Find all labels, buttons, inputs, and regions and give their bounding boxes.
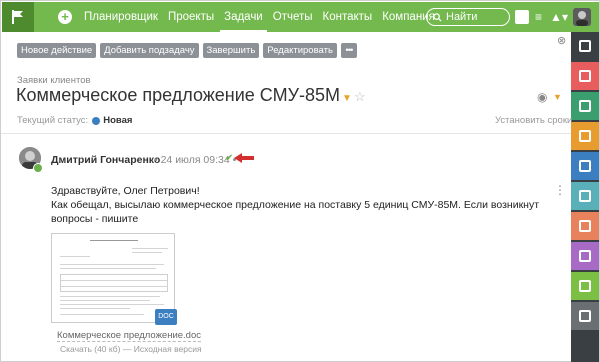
rocket-icon[interactable]: ▲ bbox=[550, 10, 562, 24]
document-icon bbox=[579, 130, 591, 142]
kebab-menu-icon[interactable]: ⋮ bbox=[554, 184, 566, 196]
title-caret-icon[interactable]: ▼ bbox=[342, 93, 352, 104]
comment-author[interactable]: Дмитрий Гончаренко bbox=[51, 154, 160, 166]
set-deadline-link[interactable]: Установить сроки bbox=[495, 115, 572, 126]
sidebar-clock-icon[interactable] bbox=[571, 302, 599, 330]
clock-icon bbox=[579, 310, 591, 322]
edit-icon bbox=[579, 40, 591, 52]
sidebar-key-icon[interactable] bbox=[571, 182, 599, 210]
status-row: Текущий статус: Новая bbox=[17, 115, 132, 126]
nav-contacts[interactable]: Контакты bbox=[319, 2, 377, 32]
nav-reports[interactable]: Отчеты bbox=[269, 2, 317, 32]
hierarchy-icon bbox=[579, 100, 591, 112]
status-label: Текущий статус: bbox=[17, 115, 89, 126]
sidebar-document-icon[interactable] bbox=[571, 122, 599, 150]
sidebar-edit-icon[interactable] bbox=[571, 32, 599, 60]
menu-icon[interactable]: ≡ bbox=[535, 10, 542, 24]
chevron-down-icon[interactable]: ▾ bbox=[562, 10, 568, 24]
chat-icon bbox=[579, 280, 591, 292]
sidebar-chat-icon[interactable] bbox=[571, 272, 599, 300]
attachment-filename[interactable]: Коммерческое предложение.doc bbox=[57, 330, 201, 342]
note-icon bbox=[579, 160, 591, 172]
status-badge[interactable]: Новая bbox=[103, 115, 132, 126]
status-dot-icon bbox=[92, 116, 101, 125]
sidebar-note-icon[interactable] bbox=[571, 152, 599, 180]
app-window: + Планировщик Проекты Задачи Отчеты Конт… bbox=[0, 0, 600, 362]
divider bbox=[1, 133, 571, 134]
eye-caret-icon[interactable]: ▼ bbox=[553, 92, 562, 102]
right-sidebar bbox=[571, 32, 599, 362]
page-title: Коммерческое предложение СМУ-85М ▼ ☆ bbox=[16, 85, 366, 106]
sidebar-inbox-icon[interactable] bbox=[571, 242, 599, 270]
top-navbar: + Планировщик Проекты Задачи Отчеты Конт… bbox=[2, 2, 599, 32]
comment-text: Как обещал, высылаю коммерческое предлож… bbox=[51, 199, 540, 225]
doc-file-icon: DOC bbox=[155, 309, 177, 325]
file-icon bbox=[579, 220, 591, 232]
edit-button[interactable]: Редактировать bbox=[263, 43, 337, 58]
nav-planner[interactable]: Планировщик bbox=[80, 2, 162, 32]
arrow-left-icon bbox=[234, 153, 254, 163]
logo-flag-icon[interactable] bbox=[2, 2, 34, 32]
search-input[interactable] bbox=[446, 11, 502, 23]
inbox-icon bbox=[579, 250, 591, 262]
nav-tasks[interactable]: Задачи bbox=[220, 2, 267, 32]
sidebar-list-icon[interactable] bbox=[571, 62, 599, 90]
task-title: Коммерческое предложение СМУ-85М bbox=[16, 85, 341, 105]
search-icon bbox=[433, 12, 442, 22]
action-toolbar: Новое действие Добавить подзадачу Заверш… bbox=[17, 43, 357, 58]
key-icon bbox=[579, 190, 591, 202]
search-box[interactable] bbox=[426, 8, 510, 26]
user-avatar[interactable] bbox=[573, 8, 591, 26]
star-icon[interactable]: ☆ bbox=[354, 89, 366, 104]
notification-icon[interactable] bbox=[515, 10, 529, 24]
comment-body: Здравствуйте, Олег Петрович! Как обещал,… bbox=[51, 184, 551, 226]
complete-button[interactable]: Завершить bbox=[202, 43, 260, 58]
list-icon bbox=[579, 70, 591, 82]
attachment-meta[interactable]: Скачать (40 кб) — Исходная версия bbox=[60, 344, 202, 354]
more-button[interactable]: ••• bbox=[340, 43, 357, 58]
sidebar-hierarchy-icon[interactable] bbox=[571, 92, 599, 120]
add-subtask-button[interactable]: Добавить подзадачу bbox=[100, 43, 199, 58]
online-badge bbox=[33, 163, 43, 173]
create-plus-icon[interactable]: + bbox=[58, 10, 72, 24]
nav-projects[interactable]: Проекты bbox=[164, 2, 218, 32]
comment-datetime: • 24 июля 09:34 • bbox=[154, 154, 237, 166]
comment-greeting: Здравствуйте, Олег Петрович! bbox=[51, 185, 200, 197]
eye-icon[interactable]: ◉ bbox=[537, 90, 547, 104]
new-action-button[interactable]: Новое действие bbox=[17, 43, 97, 58]
sidebar-file-icon[interactable] bbox=[571, 212, 599, 240]
main-nav: Планировщик Проекты Задачи Отчеты Контак… bbox=[80, 2, 441, 32]
close-icon[interactable]: ⊗ bbox=[557, 34, 566, 47]
